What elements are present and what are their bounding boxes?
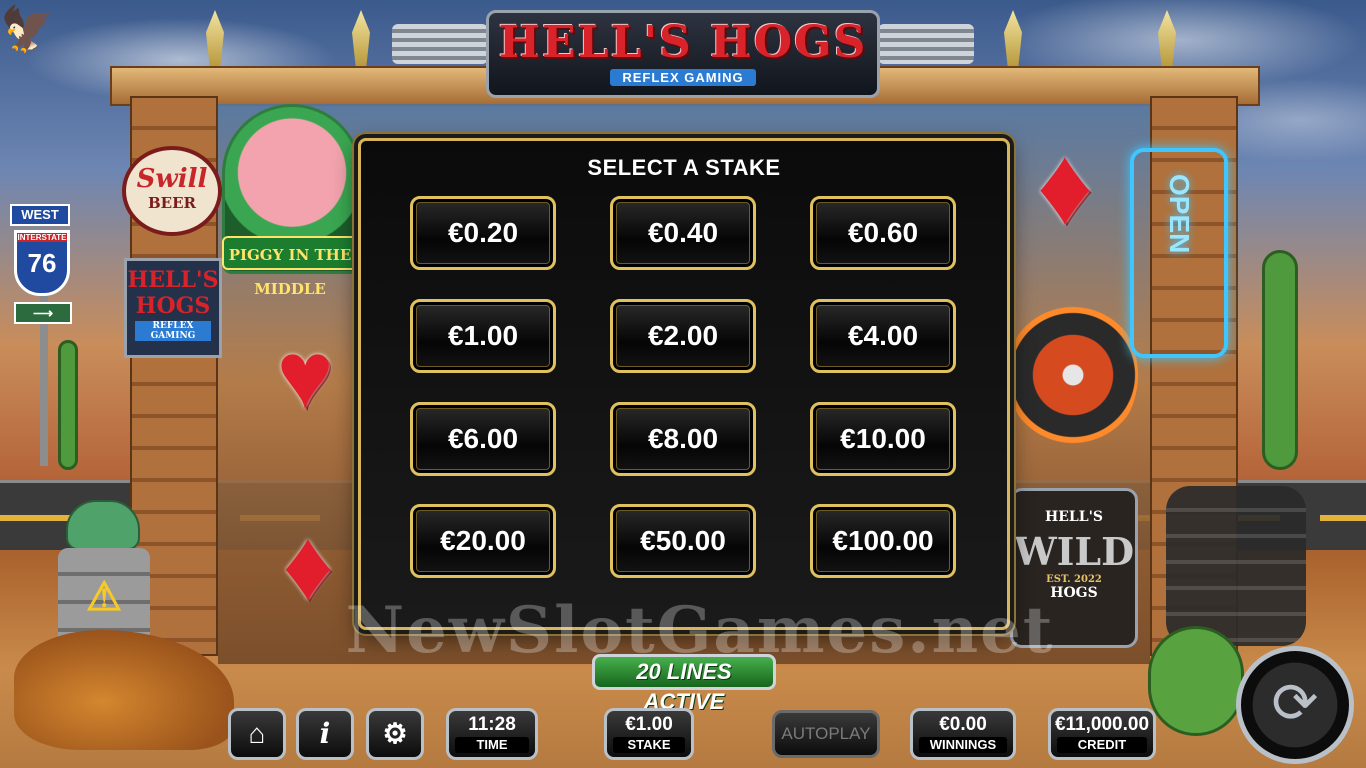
diamond-symbol-icon: ♦	[282, 509, 334, 621]
logo-wing-right	[878, 24, 974, 64]
logo-wing-left	[392, 24, 488, 64]
winnings-display: €0.00 WINNINGS	[910, 708, 1016, 760]
winnings-value: €0.00	[939, 714, 987, 735]
cactus-right	[1262, 250, 1298, 470]
arrow-sign-icon: ⟶	[14, 302, 72, 324]
stake-option-2-00[interactable]: €2.00	[610, 299, 756, 373]
spin-icon: ⟳	[1271, 671, 1319, 734]
stake-dialog: SELECT A STAKE €0.20 €0.40 €0.60 €1.00 €…	[358, 138, 1010, 630]
stake-button[interactable]: €1.00 STAKE	[604, 708, 694, 760]
time-value: 11:28	[468, 714, 516, 735]
interstate-shield: INTERSTATE 76	[14, 230, 70, 296]
eagle-icon: 🦅	[0, 5, 55, 54]
provider-badge: REFLEX GAMING	[610, 69, 756, 86]
info-button[interactable]: i	[296, 708, 354, 760]
settings-button[interactable]: ⚙	[366, 708, 424, 760]
frog-figure	[66, 500, 140, 550]
tire-stack	[1166, 486, 1306, 646]
stake-option-1-00[interactable]: €1.00	[410, 299, 556, 373]
info-icon: i	[319, 717, 331, 750]
winnings-label: WINNINGS	[919, 737, 1007, 753]
stake-option-4-00[interactable]: €4.00	[810, 299, 956, 373]
west-sign: WEST	[10, 204, 70, 226]
credit-label: CREDIT	[1057, 737, 1147, 753]
stake-dialog-title: SELECT A STAKE	[587, 155, 781, 180]
diamond-symbol-icon: ♦	[1036, 124, 1094, 247]
stake-value: €1.00	[625, 714, 673, 735]
stake-option-50-00[interactable]: €50.00	[610, 504, 756, 578]
stake-option-8-00[interactable]: €8.00	[610, 402, 756, 476]
stake-option-0-20[interactable]: €0.20	[410, 196, 556, 270]
time-display: 11:28 TIME	[446, 708, 538, 760]
stake-option-0-60[interactable]: €0.60	[810, 196, 956, 270]
warning-icon: ⚠	[86, 575, 122, 619]
stake-option-6-00[interactable]: €6.00	[410, 402, 556, 476]
hells-hogs-sign: HELL'S HOGS REFLEX GAMING	[124, 258, 222, 358]
cactus-left	[58, 340, 78, 470]
home-icon: ⌂	[248, 718, 266, 749]
piggy-label: PIGGY IN THE MIDDLE	[222, 236, 358, 298]
stake-option-20-00[interactable]: €20.00	[410, 504, 556, 578]
swill-beer-sign: Swill BEER	[122, 146, 222, 236]
barrel-cactus	[1148, 626, 1244, 736]
time-label: TIME	[455, 737, 529, 753]
home-button[interactable]: ⌂	[228, 708, 286, 760]
game-logo: HELL'S HOGS REFLEX GAMING	[486, 10, 880, 98]
stake-option-10-00[interactable]: €10.00	[810, 402, 956, 476]
spin-button[interactable]: ⟳	[1236, 646, 1354, 764]
lines-active-badge: 20 LINES ACTIVE	[592, 654, 776, 714]
credit-value: €11,000.00	[1054, 714, 1150, 735]
game-title: HELL'S HOGS	[498, 17, 868, 68]
open-neon-sign: OPEN	[1130, 148, 1228, 358]
heart-symbol-icon: ♥	[276, 322, 334, 429]
stake-option-100-00[interactable]: €100.00	[810, 504, 956, 578]
autoplay-button[interactable]: AUTOPLAY	[772, 710, 880, 758]
gear-icon: ⚙	[382, 718, 408, 749]
stake-option-0-40[interactable]: €0.40	[610, 196, 756, 270]
flaming-wheel-symbol	[1008, 300, 1138, 450]
credit-display: €11,000.00 CREDIT	[1048, 708, 1156, 760]
wild-symbol: HELL'S WILD EST. 2022 HOGS	[1010, 488, 1138, 648]
stake-label: STAKE	[613, 737, 685, 753]
